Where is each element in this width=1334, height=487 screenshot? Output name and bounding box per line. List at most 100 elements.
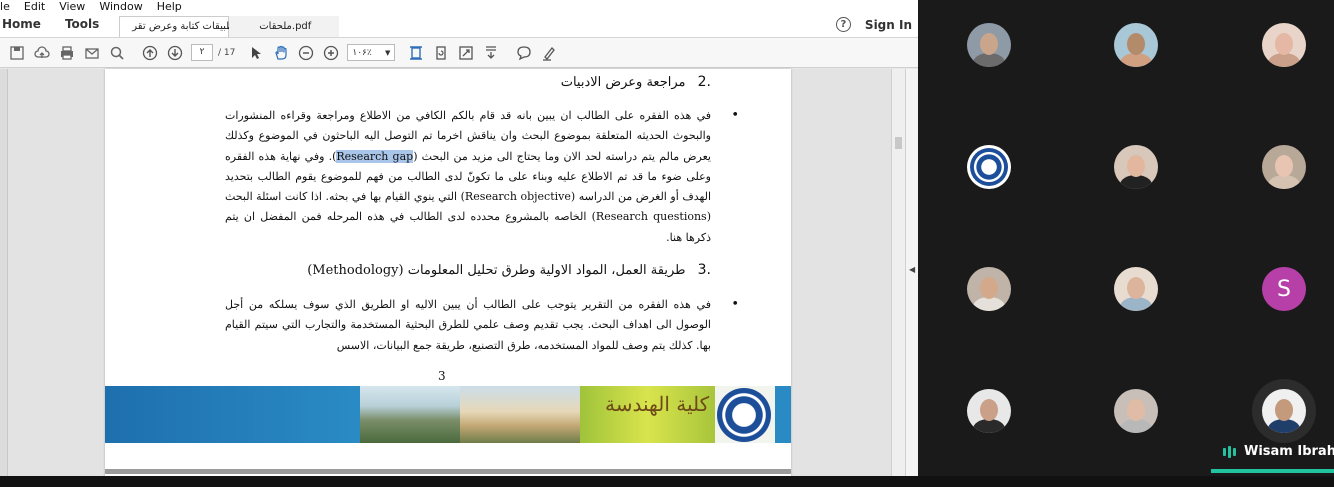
save-icon[interactable] xyxy=(4,42,29,64)
heading-text: طريقة العمل، المواد الاولية وطرق تحليل ا… xyxy=(307,263,686,278)
menu-help[interactable]: Help xyxy=(157,0,182,13)
menu-file[interactable]: ile xyxy=(0,0,10,13)
participant-avatar[interactable] xyxy=(1262,23,1306,67)
person-shoulders xyxy=(973,419,1005,433)
document-tab-inactive[interactable]: ملحقات.pdf xyxy=(229,16,340,37)
paragraph-text: ). وفي نهاية هذه الفقره وعلى ضوء ما قد ت… xyxy=(225,149,712,244)
participant-avatar[interactable] xyxy=(967,145,1011,189)
speaker-name: Wisam Ibrahi xyxy=(1244,444,1334,459)
person-shoulders xyxy=(1268,53,1300,67)
toolbar: ۲ / 17 ۱۰۶٪ ▼ xyxy=(0,38,918,68)
college-logo-text: كلية الهندسة xyxy=(605,392,710,416)
previous-page-icon[interactable] xyxy=(137,42,162,64)
person-face xyxy=(980,399,998,421)
full-screen-icon[interactable] xyxy=(453,42,478,64)
vertical-scrollbar[interactable] xyxy=(891,69,905,487)
hand-tool-icon[interactable] xyxy=(268,42,293,64)
paragraph-methodology: • في هذه الفقره من التقرير يتوجب على الط… xyxy=(225,295,739,356)
help-icon[interactable]: ? xyxy=(835,17,851,32)
footer-banner-image: كلية الهندسة xyxy=(105,386,791,443)
search-icon[interactable] xyxy=(104,42,129,64)
pdf-page: .2 مراجعة وعرض الادبيات • في هذه الفقره … xyxy=(105,69,791,487)
audio-level-icon xyxy=(1223,445,1236,458)
participant-avatar[interactable] xyxy=(1114,145,1158,189)
person-shoulders xyxy=(1120,53,1152,67)
person-face xyxy=(1275,33,1293,55)
person-face xyxy=(1127,155,1145,177)
comment-icon[interactable] xyxy=(511,42,536,64)
tab-home[interactable]: Home xyxy=(0,17,55,37)
print-icon[interactable] xyxy=(54,42,79,64)
section-heading-2: .2 مراجعة وعرض الادبيات xyxy=(561,74,711,90)
left-panel-handle[interactable] xyxy=(0,69,8,487)
participant-avatar[interactable] xyxy=(967,267,1011,311)
tab-tools[interactable]: Tools xyxy=(55,17,113,37)
person-shoulders xyxy=(1268,175,1300,189)
zoom-in-icon[interactable] xyxy=(318,42,343,64)
read-mode-icon[interactable] xyxy=(478,42,503,64)
right-panel-toggle[interactable]: ◀ xyxy=(905,69,918,487)
fit-page-icon[interactable] xyxy=(403,42,428,64)
active-speaker-nameplate: Wisam Ibrahi xyxy=(1223,444,1334,459)
active-speaker-indicator xyxy=(1211,469,1334,473)
email-icon[interactable] xyxy=(79,42,104,64)
rotate-view-icon[interactable] xyxy=(428,42,453,64)
heading-number: .2 xyxy=(697,74,711,90)
participant-avatar[interactable] xyxy=(967,23,1011,67)
banner-blue-band xyxy=(105,386,360,443)
upload-cloud-icon[interactable] xyxy=(29,42,54,64)
acrobat-window: ile Edit View Window Help Home Tools تطب… xyxy=(0,0,918,487)
person-face xyxy=(980,277,998,299)
scrollbar-thumb[interactable] xyxy=(895,137,902,149)
zoom-out-icon[interactable] xyxy=(293,42,318,64)
person-face xyxy=(1275,399,1293,421)
participant-avatar[interactable] xyxy=(1114,23,1158,67)
paragraph-literature-review: • في هذه الفقره على الطالب ان يبين بانه … xyxy=(225,106,739,248)
sign-in-button[interactable]: Sign In xyxy=(865,18,912,32)
page-number: 3 xyxy=(438,369,446,383)
document-viewer[interactable]: .2 مراجعة وعرض الادبيات • في هذه الفقره … xyxy=(0,69,918,487)
person-shoulders xyxy=(973,297,1005,311)
heading-number: .3 xyxy=(697,262,711,278)
menu-window[interactable]: Window xyxy=(99,0,142,13)
menu-view[interactable]: View xyxy=(59,0,85,13)
next-page-icon[interactable] xyxy=(162,42,187,64)
menu-bar: ile Edit View Window Help xyxy=(0,0,918,13)
person-face xyxy=(980,33,998,55)
person-shoulders xyxy=(1268,419,1300,433)
person-face xyxy=(1127,277,1145,299)
page-total: / 17 xyxy=(218,47,236,58)
highlight-pen-icon[interactable] xyxy=(536,42,561,64)
zoom-level-value: ۱۰۶٪ xyxy=(352,47,372,58)
screen: ile Edit View Window Help Home Tools تطب… xyxy=(0,0,1334,487)
video-gallery: S Wisam Ibrahi xyxy=(918,0,1334,487)
person-face xyxy=(1127,33,1145,55)
document-tab-label: ملحقات.pdf xyxy=(259,21,312,32)
university-seal-icon xyxy=(717,388,771,442)
bullet-icon: • xyxy=(731,108,739,123)
select-cursor-icon[interactable] xyxy=(243,42,268,64)
banner-photo-building xyxy=(460,386,580,443)
collapse-panel-icon[interactable]: ◀ xyxy=(909,265,915,274)
tab-bar: Home Tools تطبيقات كتابة وعرض تقر... × م… xyxy=(0,13,918,38)
bullet-icon: • xyxy=(731,297,739,312)
participant-avatar[interactable] xyxy=(1114,389,1158,433)
zoom-level-select[interactable]: ۱۰۶٪ ▼ xyxy=(347,44,396,61)
highlighted-text[interactable]: Research gap xyxy=(336,149,414,163)
participant-avatar[interactable] xyxy=(1262,389,1306,433)
person-shoulders xyxy=(973,53,1005,67)
heading-text: مراجعة وعرض الادبيات xyxy=(560,75,686,90)
menu-edit[interactable]: Edit xyxy=(24,0,45,13)
person-shoulders xyxy=(1120,297,1152,311)
participant-avatar[interactable] xyxy=(1114,267,1158,311)
page-number-input[interactable]: ۲ xyxy=(191,44,213,61)
university-seal-icon xyxy=(970,148,1008,186)
person-shoulders xyxy=(1120,175,1152,189)
person-shoulders xyxy=(1120,419,1152,433)
document-tab-active[interactable]: تطبيقات كتابة وعرض تقر... × xyxy=(119,16,265,37)
participant-avatar[interactable] xyxy=(1262,145,1306,189)
banner-photo-graduates xyxy=(360,386,460,443)
person-face xyxy=(1275,155,1293,177)
participant-avatar[interactable] xyxy=(967,389,1011,433)
participant-avatar[interactable]: S xyxy=(1262,267,1306,311)
